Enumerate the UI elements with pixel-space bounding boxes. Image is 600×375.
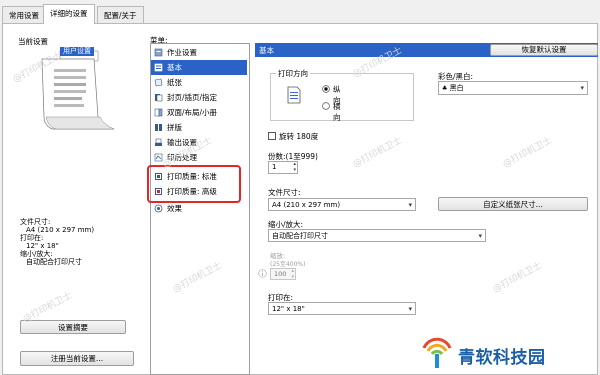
print-on-info-label: 打印在: [20, 234, 44, 242]
stepper-arrows-icon: ▴ ▾ [293, 161, 296, 173]
current-settings-title: 当前设置 [18, 37, 48, 46]
menu-item-label: 基本 [167, 63, 182, 72]
duplex-icon [154, 108, 163, 117]
chevron-down-icon: ▾ [408, 305, 412, 313]
menu-item-label: 纸张 [167, 78, 182, 87]
brand-logo-icon [422, 337, 452, 368]
portrait-page-icon [287, 86, 301, 104]
info-icon [258, 269, 267, 278]
radio-unchecked-icon [322, 102, 330, 110]
print-on-value: 12" x 18" [272, 305, 305, 313]
print-on-info-value: 12" x 18" [26, 242, 59, 250]
register-settings-button[interactable]: 注册当前设置... [20, 351, 134, 366]
restore-defaults-button[interactable]: 恢复默认设置 [490, 44, 598, 56]
orientation-title: 打印方向 [276, 68, 310, 79]
job-icon [154, 48, 163, 57]
paper-size-info-value: A4 (210 x 297 mm) [26, 226, 95, 234]
output-icon [155, 138, 162, 146]
cover-icon [155, 94, 163, 102]
color-select-value: 黑白 [449, 84, 464, 92]
scale-value: 自动配合打印尺寸 [272, 232, 328, 240]
radio-checked-icon [322, 85, 330, 93]
paper-size-info-label: 文件尺寸: [20, 218, 51, 226]
settings-summary-button[interactable]: 设置摘要 [20, 320, 126, 334]
checkbox-icon [268, 132, 276, 140]
rotate-180-label: 旋转 180度 [279, 132, 319, 141]
user-settings-highlight: 用户设置 [60, 47, 94, 56]
menu-item-basic[interactable]: 基本 [151, 60, 247, 75]
main-header-title: 基本 [259, 46, 274, 55]
zoom-stepper[interactable]: 100 ▴ ▾ [270, 268, 296, 280]
tab-common-settings[interactable]: 常用设置 [2, 6, 46, 23]
menu-item-cover[interactable]: 封页/插页/指定 [151, 90, 247, 105]
zoom-value: 100 [274, 270, 287, 278]
menu-item-imposition[interactable]: 拼版 [151, 120, 247, 135]
chevron-down-icon: ▾ [408, 201, 412, 209]
settings-info: 文件尺寸: A4 (210 x 297 mm) 打印在: 12" x 18" 缩… [20, 218, 94, 266]
tab-config-about[interactable]: 配置/关于 [97, 6, 144, 23]
menu-item-paper[interactable]: 纸张 [151, 75, 247, 90]
menu-item-label: 作业设置 [167, 48, 197, 57]
brand-text: 青软科技园 [458, 348, 546, 368]
paper-size-value: A4 (210 x 297 mm) [272, 201, 341, 209]
zoom-range: (25至400%) [270, 261, 306, 268]
stepper-arrows-icon: ▴ ▾ [291, 268, 294, 280]
copies-stepper[interactable]: 1 ▴ ▾ [268, 161, 298, 174]
imposition-icon [155, 124, 162, 131]
menu-item-job-settings[interactable]: 作业设置 [151, 45, 247, 60]
menu-item-label: 封页/插页/指定 [167, 93, 218, 102]
effect-icon [154, 204, 163, 213]
menu-item-label: 拼版 [167, 123, 182, 132]
menu-item-label: 双面/布局/小册 [167, 108, 218, 117]
color-select[interactable]: ♣ 黑白 ▾ [438, 81, 588, 95]
custom-paper-size-button[interactable]: 自定义纸张尺寸... [438, 197, 588, 211]
scale-info-value: 自动配合打印尺寸 [26, 258, 82, 266]
paper-size-select[interactable]: A4 (210 x 297 mm) ▾ [268, 198, 416, 211]
tab-detailed-settings[interactable]: 详细的设置 [43, 4, 95, 24]
scale-select[interactable]: 自动配合打印尺寸 ▾ [268, 229, 486, 242]
landscape-label: 横向 [333, 102, 341, 122]
paper-size-label: 文件尺寸: [268, 188, 301, 197]
scale-info-label: 缩小/放大: [20, 250, 53, 258]
paper-icon [154, 78, 163, 87]
menu-list: 作业设置 基本 纸张 封页/插页/指定 双面/布局/小册 拼版 输出设置 印后处… [147, 43, 250, 375]
basic-icon [154, 63, 163, 72]
print-on-select[interactable]: 12" x 18" ▾ [268, 302, 416, 315]
chevron-down-icon: ▾ [478, 232, 482, 240]
menu-item-duplex[interactable]: 双面/布局/小册 [151, 105, 247, 120]
copies-value: 1 [272, 163, 277, 171]
menu-item-label: 效果 [167, 204, 182, 213]
quality-highlight-box [147, 165, 241, 203]
color-mode-icon: ♣ [442, 85, 448, 92]
chevron-down-icon: ▾ [580, 84, 584, 92]
menu-item-effect[interactable]: 效果 [151, 201, 247, 216]
